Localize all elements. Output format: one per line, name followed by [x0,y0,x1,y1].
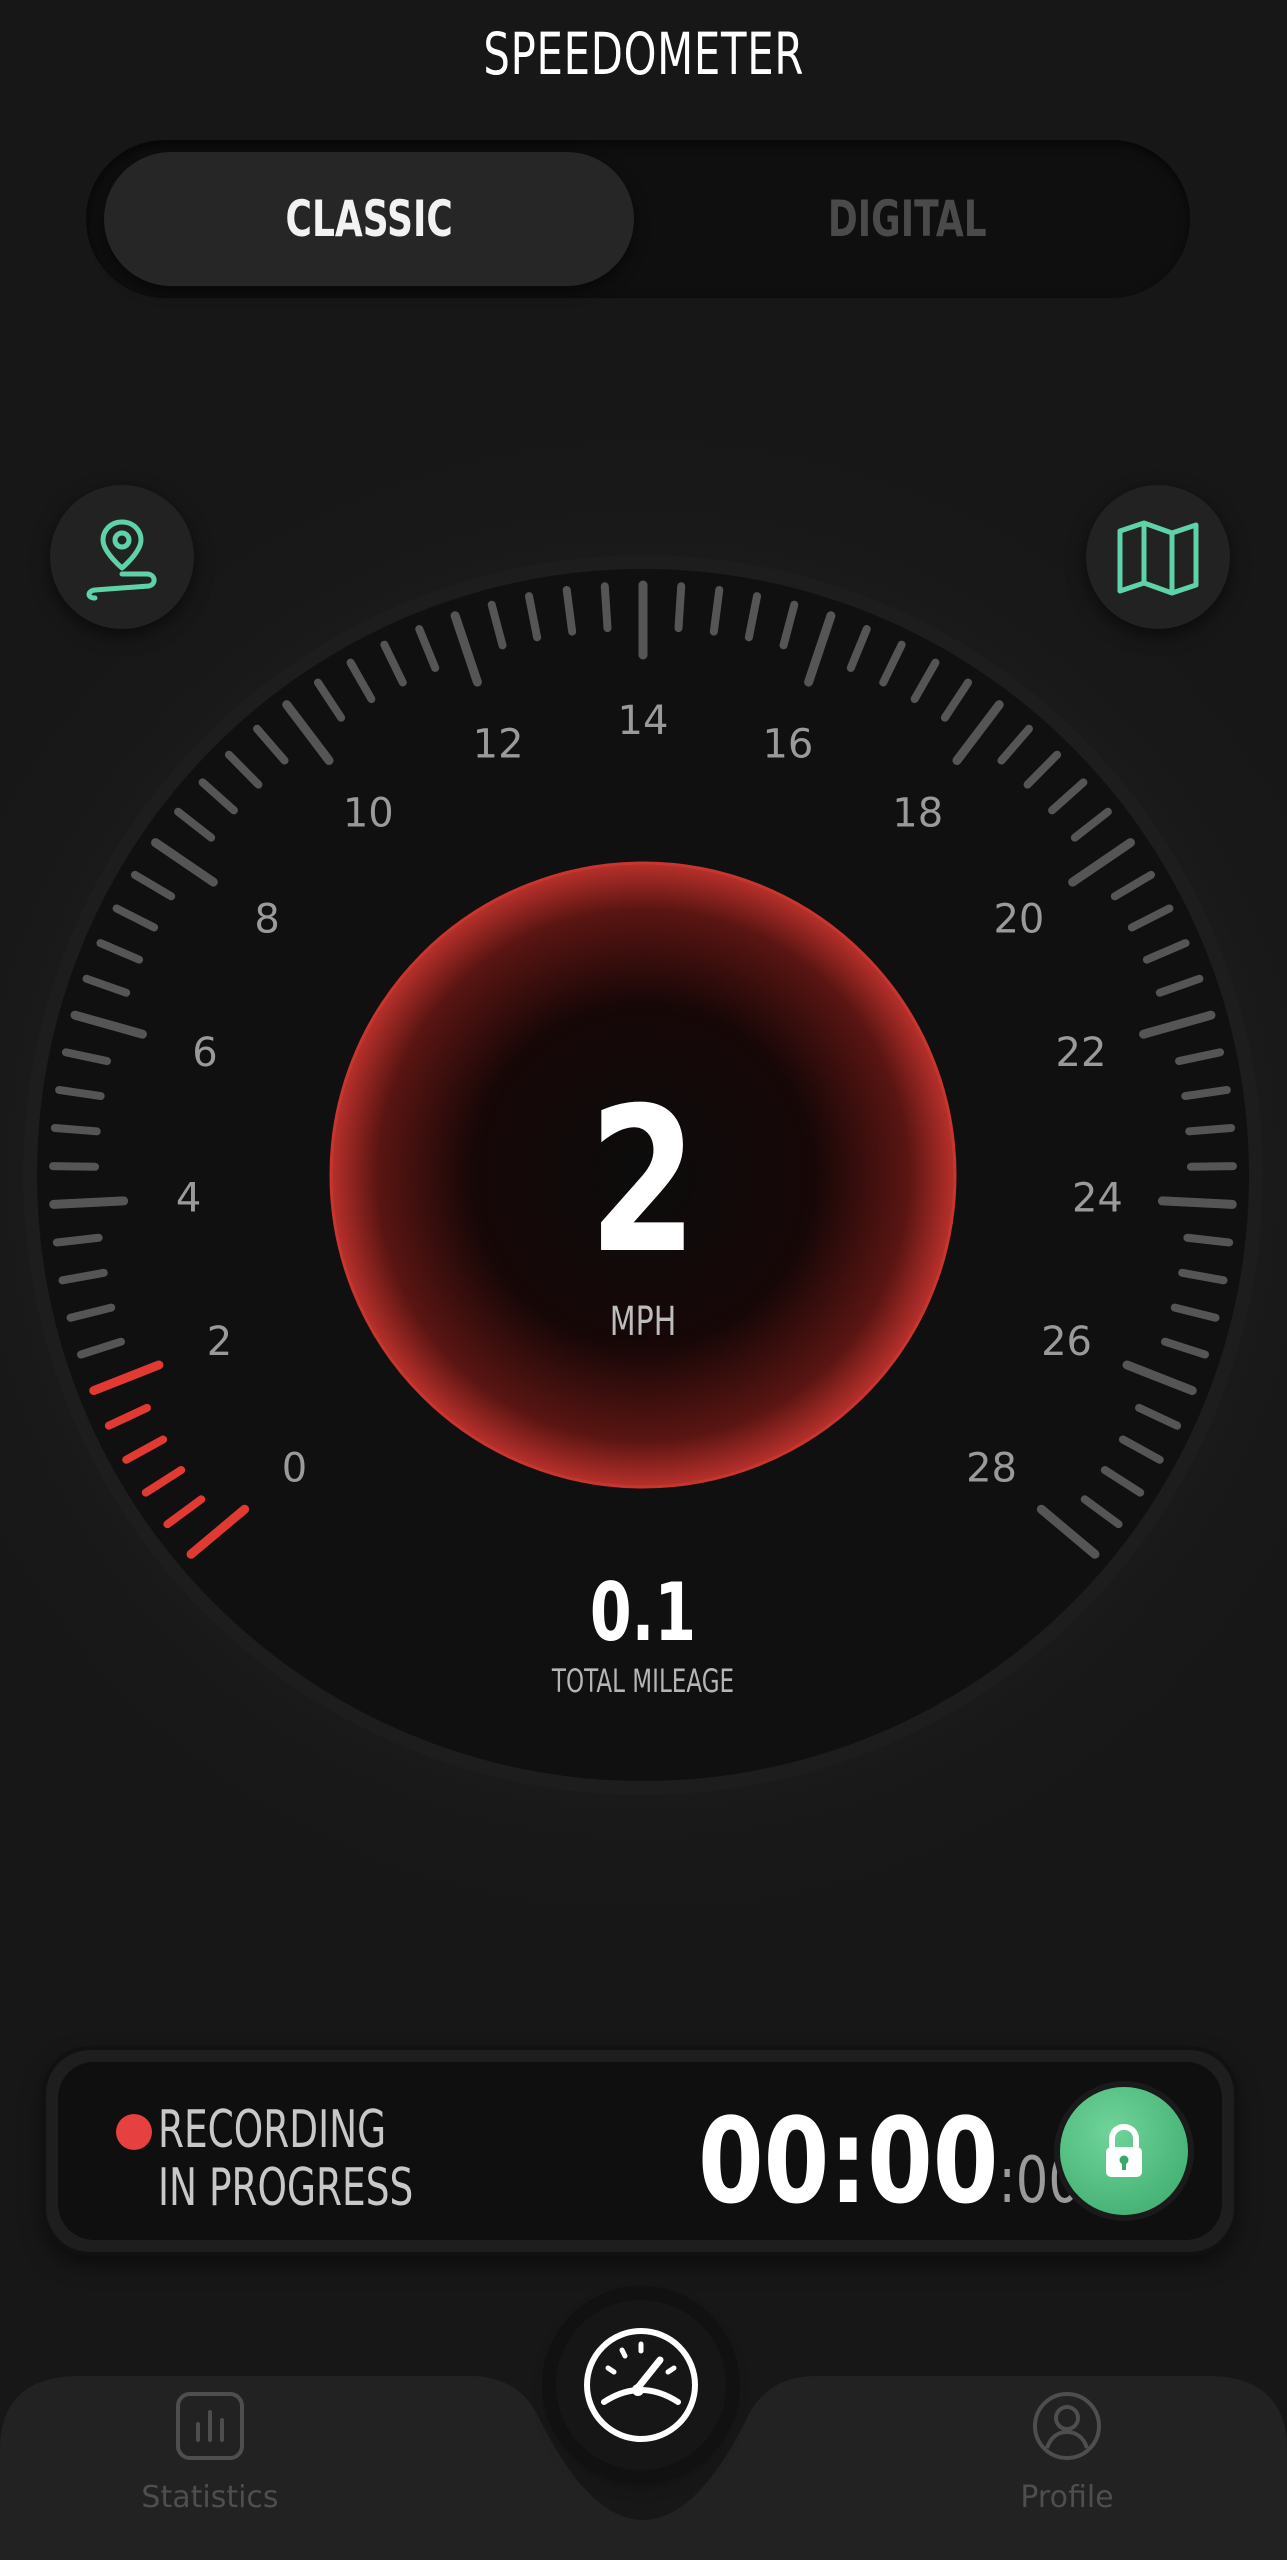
gauge-tick [600,582,612,633]
gauge-tick [562,585,577,636]
nav-statistics-label: Statistics [141,2480,279,2515]
user-icon [1033,2392,1101,2460]
gauge-tick [49,1196,129,1209]
recording-status-line-1: RECORDING [158,2100,387,2160]
gauge-tick [1186,1162,1237,1171]
gauge-tick [52,1233,103,1247]
nav-statistics[interactable]: Statistics [130,2390,290,2515]
recording-panel: RECORDING IN PROGRESS 00:00:00 [46,2050,1234,2252]
gauge-tick-label: 4 [176,1176,201,1222]
current-speed: 2 [589,1066,698,1298]
gauge-tick [50,1123,101,1136]
mode-toggle: CLASSIC DIGITAL [86,140,1190,298]
gauge-tick-label: 24 [1072,1176,1123,1222]
recording-status-line-2: IN PROGRESS [158,2158,414,2218]
lock-icon [1106,2123,1142,2177]
tab-classic[interactable]: CLASSIC [104,152,634,286]
gauge-tick-label: 2 [207,1319,232,1365]
total-mileage-value: 0.1 [590,1565,696,1659]
gauge-tick-label: 6 [192,1030,217,1076]
gauge-tick [49,1162,100,1171]
map-icon [1117,520,1199,596]
gauge-tick-label: 8 [254,897,279,943]
speedometer-nav-button[interactable] [556,2300,726,2470]
map-button[interactable] [1086,485,1230,629]
gauge-tick-label: 18 [892,790,943,836]
recording-timer: 00:00:00 [698,2092,1081,2230]
total-mileage-label: TOTAL MILEAGE [551,1662,734,1700]
nav-profile[interactable]: Profile [987,2390,1147,2515]
page-title: SPEEDOMETER [483,20,804,88]
gauge-tick [1157,1196,1237,1209]
tab-digital[interactable]: DIGITAL [642,152,1172,286]
gauge-tick-label: 14 [618,698,669,744]
bar-chart-icon [176,2392,244,2460]
recording-panel-inner: RECORDING IN PROGRESS 00:00:00 [58,2062,1222,2240]
route-button[interactable] [50,485,194,629]
timer-main: 00:00 [698,2092,999,2230]
route-pin-icon [86,519,157,601]
gauge-tick-label: 22 [1056,1030,1107,1076]
gauge-tick [674,582,686,633]
gauge-tick [1183,1233,1234,1247]
recording-status-dot [116,2114,152,2150]
speed-unit: MPH [610,1299,677,1345]
gauge-tick [1185,1123,1236,1136]
gauge-tick [709,585,724,636]
gauge-tick-label: 12 [473,722,524,768]
gauge-tick-label: 10 [343,790,394,836]
speedometer-icon [584,2328,698,2442]
gauge-tick-label: 0 [282,1445,307,1491]
lock-button[interactable] [1060,2087,1188,2215]
gauge-tick-label: 16 [762,722,813,768]
gauge-tick-label: 20 [993,897,1044,943]
gauge-tick-label: 26 [1041,1319,1092,1365]
gauge-tick-label: 28 [966,1445,1017,1491]
nav-profile-label: Profile [1020,2480,1114,2515]
